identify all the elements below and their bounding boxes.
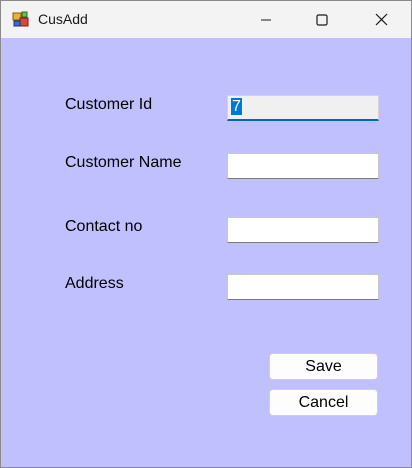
- form-client-area: Customer Id 7 Customer Name Contact no A…: [1, 38, 411, 467]
- maximize-button[interactable]: [299, 1, 345, 38]
- customer-id-field[interactable]: 7: [227, 95, 379, 121]
- close-icon: [375, 13, 387, 26]
- customer-id-value: 7: [231, 98, 242, 115]
- save-button[interactable]: Save: [269, 353, 378, 380]
- customer-name-field[interactable]: [227, 153, 379, 179]
- title-bar[interactable]: CusAdd: [1, 1, 411, 38]
- close-button[interactable]: [358, 1, 404, 38]
- maximize-icon: [316, 13, 328, 26]
- contact-no-field[interactable]: [227, 217, 379, 243]
- customer-id-label: Customer Id: [65, 96, 153, 113]
- app-icon: [12, 11, 29, 28]
- cancel-button[interactable]: Cancel: [269, 389, 378, 416]
- address-label: Address: [65, 275, 124, 292]
- customer-name-label: Customer Name: [65, 154, 182, 171]
- address-field[interactable]: [227, 274, 379, 300]
- window-title: CusAdd: [38, 11, 88, 27]
- minimize-button[interactable]: [243, 1, 289, 38]
- minimize-icon: [261, 19, 271, 20]
- cusadd-window: CusAdd Customer Id 7 Customer Name Conta…: [0, 0, 412, 468]
- contact-no-label: Contact no: [65, 218, 143, 235]
